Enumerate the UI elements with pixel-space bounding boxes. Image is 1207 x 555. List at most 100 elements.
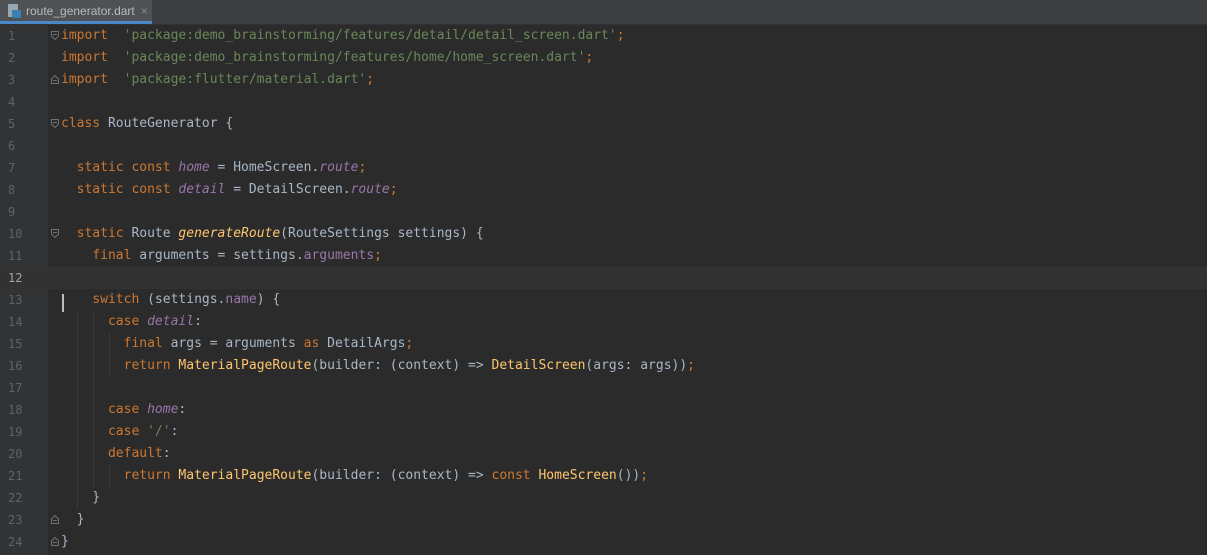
code-token: ;	[405, 336, 414, 351]
line-code: static Route generateRoute(RouteSettings…	[61, 223, 484, 245]
code-line[interactable]: 11 final arguments = settings.arguments;	[0, 245, 1207, 267]
code-token: switch	[92, 292, 140, 307]
code-token: = DetailScreen.	[225, 182, 351, 197]
code-token: return	[123, 358, 171, 373]
dart-file-icon	[7, 3, 21, 18]
indent-guide	[109, 465, 110, 487]
code-token: (RouteSettings settings) {	[280, 226, 484, 241]
code-token: arguments	[303, 248, 375, 263]
code-token: import	[61, 50, 108, 65]
code-line[interactable]: 18 case home:	[0, 399, 1207, 421]
line-number: 17	[8, 381, 23, 395]
fold-marker-icon[interactable]	[51, 119, 59, 128]
code-token: MaterialPageRoute	[178, 468, 312, 483]
line-number: 15	[8, 337, 23, 351]
code-token: (builder: (context) =>	[311, 468, 492, 483]
code-line[interactable]: 10 static Route generateRoute(RouteSetti…	[0, 223, 1207, 245]
line-number: 9	[8, 205, 16, 219]
line-number: 23	[8, 513, 23, 527]
fold-marker-icon[interactable]	[51, 229, 59, 238]
editor-tab-bar: route_generator.dart ×	[0, 0, 1207, 25]
line-number: 12	[8, 271, 23, 285]
code-line[interactable]: 19 case '/':	[0, 421, 1207, 443]
code-token: class	[61, 116, 101, 131]
tab-route-generator[interactable]: route_generator.dart ×	[0, 0, 152, 24]
code-line[interactable]: 24}	[0, 531, 1207, 553]
line-number: 24	[8, 535, 23, 549]
code-line[interactable]: 8 static const detail = DetailScreen.rou…	[0, 179, 1207, 201]
code-token: = HomeScreen.	[209, 160, 320, 175]
code-line[interactable]: 23 }	[0, 509, 1207, 531]
line-number: 1	[8, 29, 16, 43]
code-line[interactable]: 17	[0, 377, 1207, 399]
code-line[interactable]: 7 static const home = HomeScreen.route;	[0, 157, 1207, 179]
code-token: :	[178, 402, 187, 417]
code-token: ;	[585, 50, 594, 65]
code-line[interactable]: 6	[0, 135, 1207, 157]
code-line[interactable]: 20 default:	[0, 443, 1207, 465]
code-token: }	[61, 534, 69, 549]
code-line[interactable]: 1 import 'package:demo_brainstorming/feat…	[0, 25, 1207, 47]
code-token: 'package:flutter/material.dart'	[123, 72, 367, 87]
code-token: home	[147, 402, 179, 417]
fold-marker-icon[interactable]	[51, 75, 59, 84]
code-line[interactable]: 9	[0, 201, 1207, 223]
fold-marker-icon[interactable]	[51, 537, 59, 546]
code-token: as	[303, 336, 320, 351]
line-number: 14	[8, 315, 23, 329]
code-token: ;	[640, 468, 649, 483]
code-token: static	[76, 226, 124, 241]
line-number: 8	[8, 183, 16, 197]
code-line[interactable]: 16 return MaterialPageRoute(builder: (co…	[0, 355, 1207, 377]
code-token: :	[194, 314, 202, 329]
close-icon[interactable]: ×	[141, 4, 148, 18]
code-token: MaterialPageRoute	[178, 358, 312, 373]
code-token: }	[61, 490, 101, 505]
code-line[interactable]: 4	[0, 91, 1207, 113]
line-number: 13	[8, 293, 23, 307]
code-line[interactable]: 22 }	[0, 487, 1207, 509]
line-code: switch (settings.name) {	[61, 289, 280, 311]
fold-marker-icon[interactable]	[51, 515, 59, 524]
code-token: default	[107, 446, 163, 461]
code-token: 'package:demo_brainstorming/features/hom…	[123, 50, 586, 65]
line-code: import 'package:demo_brainstorming/featu…	[61, 47, 593, 69]
code-token: route	[350, 182, 390, 197]
code-token: '/'	[147, 424, 171, 439]
line-code: case detail:	[61, 311, 202, 333]
code-line[interactable]: 3 import 'package:flutter/material.dart';	[0, 69, 1207, 91]
fold-marker-icon[interactable]	[51, 31, 59, 40]
code-line[interactable]: 5 class RouteGenerator {	[0, 113, 1207, 135]
code-token: ;	[358, 160, 367, 175]
code-token: return	[123, 468, 171, 483]
code-token: route	[319, 160, 359, 175]
code-token: (builder: (context) =>	[311, 358, 492, 373]
code-token: name	[225, 292, 257, 307]
code-editor[interactable]: 1 import 'package:demo_brainstorming/feat…	[0, 25, 1207, 555]
code-token: import	[61, 28, 108, 43]
line-number: 5	[8, 117, 16, 131]
code-line[interactable]: 15 final args = arguments as DetailArgs;	[0, 333, 1207, 355]
line-number: 16	[8, 359, 23, 373]
code-line[interactable]: 12	[0, 267, 1207, 289]
code-line[interactable]: 21 return MaterialPageRoute(builder: (co…	[0, 465, 1207, 487]
code-token: HomeScreen	[538, 468, 617, 483]
code-token: import	[61, 72, 108, 87]
line-number: 7	[8, 161, 16, 175]
line-code: case home:	[61, 399, 186, 421]
code-line[interactable]: 14 case detail:	[0, 311, 1207, 333]
code-token: ;	[389, 182, 398, 197]
code-token: RouteGenerator {	[100, 116, 234, 131]
code-token: case	[107, 314, 140, 329]
code-line[interactable]: 2 import 'package:demo_brainstorming/feat…	[0, 47, 1207, 69]
code-line[interactable]: 13 switch (settings.name) {	[0, 289, 1207, 311]
code-token: ;	[616, 28, 625, 43]
line-number: 22	[8, 491, 23, 505]
code-token: DetailScreen	[491, 358, 586, 373]
line-code: final args = arguments as DetailArgs;	[61, 333, 414, 355]
